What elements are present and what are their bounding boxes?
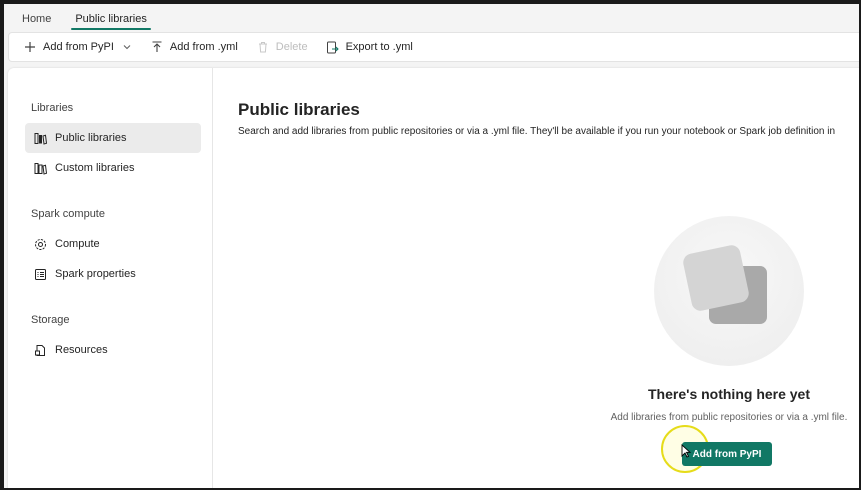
tab-home[interactable]: Home: [14, 13, 59, 30]
page-description: Search and add libraries from public rep…: [238, 126, 836, 137]
empty-state-illustration: [654, 216, 804, 366]
add-from-yml-label: Add from .yml: [169, 41, 238, 53]
sidebar-item-compute[interactable]: Compute: [25, 229, 201, 259]
sidebar-section-libraries: Libraries: [31, 102, 74, 114]
toolbar: Add from PyPI Add from .yml Delete Expor…: [8, 32, 859, 62]
main-content: Public libraries Search and add librarie…: [214, 68, 859, 488]
add-from-pypi-button[interactable]: Add from PyPI: [23, 40, 132, 54]
plus-icon: [23, 40, 37, 54]
sidebar-item-spark-properties[interactable]: Spark properties: [25, 259, 201, 289]
add-from-pypi-primary-button[interactable]: Add from PyPI: [682, 442, 772, 466]
empty-state-description: Add libraries from public repositories o…: [610, 412, 848, 423]
sidebar-item-label: Custom libraries: [55, 162, 135, 174]
empty-state-title: There's nothing here yet: [647, 386, 811, 402]
delete-label: Delete: [275, 41, 308, 53]
export-to-yml-button[interactable]: Export to .yml: [326, 40, 413, 54]
chevron-down-icon[interactable]: [122, 42, 132, 52]
sidebar: Libraries Public libraries Custom librar…: [8, 68, 213, 488]
trash-icon: [256, 40, 270, 54]
export-icon: [326, 40, 340, 54]
books-icon: [33, 131, 47, 145]
file-icon: [33, 343, 47, 357]
sidebar-item-public-libraries[interactable]: Public libraries: [25, 123, 201, 153]
app-window: Home Public libraries Add from PyPI Add …: [4, 4, 859, 488]
add-from-yml-button[interactable]: Add from .yml: [150, 40, 238, 54]
content-panel: Libraries Public libraries Custom librar…: [8, 68, 859, 488]
tab-bar: Home Public libraries: [4, 4, 859, 30]
sidebar-section-spark-compute: Spark compute: [31, 208, 105, 220]
delete-button[interactable]: Delete: [256, 40, 308, 54]
tab-public-libraries[interactable]: Public libraries: [67, 13, 155, 30]
sidebar-item-resources[interactable]: Resources: [25, 335, 201, 365]
sidebar-item-label: Resources: [55, 344, 108, 356]
sidebar-item-label: Spark properties: [55, 268, 136, 280]
sidebar-section-storage: Storage: [31, 314, 70, 326]
page-title: Public libraries: [238, 100, 360, 119]
sidebar-item-custom-libraries[interactable]: Custom libraries: [25, 153, 201, 183]
properties-icon: [33, 267, 47, 281]
upload-icon: [150, 40, 164, 54]
sidebar-item-label: Public libraries: [55, 132, 127, 144]
add-from-pypi-label: Add from PyPI: [43, 41, 114, 53]
gear-icon: [33, 237, 47, 251]
export-to-yml-label: Export to .yml: [345, 41, 413, 53]
sidebar-item-label: Compute: [55, 238, 100, 250]
books-icon: [33, 161, 47, 175]
mouse-cursor-icon: [681, 443, 692, 463]
